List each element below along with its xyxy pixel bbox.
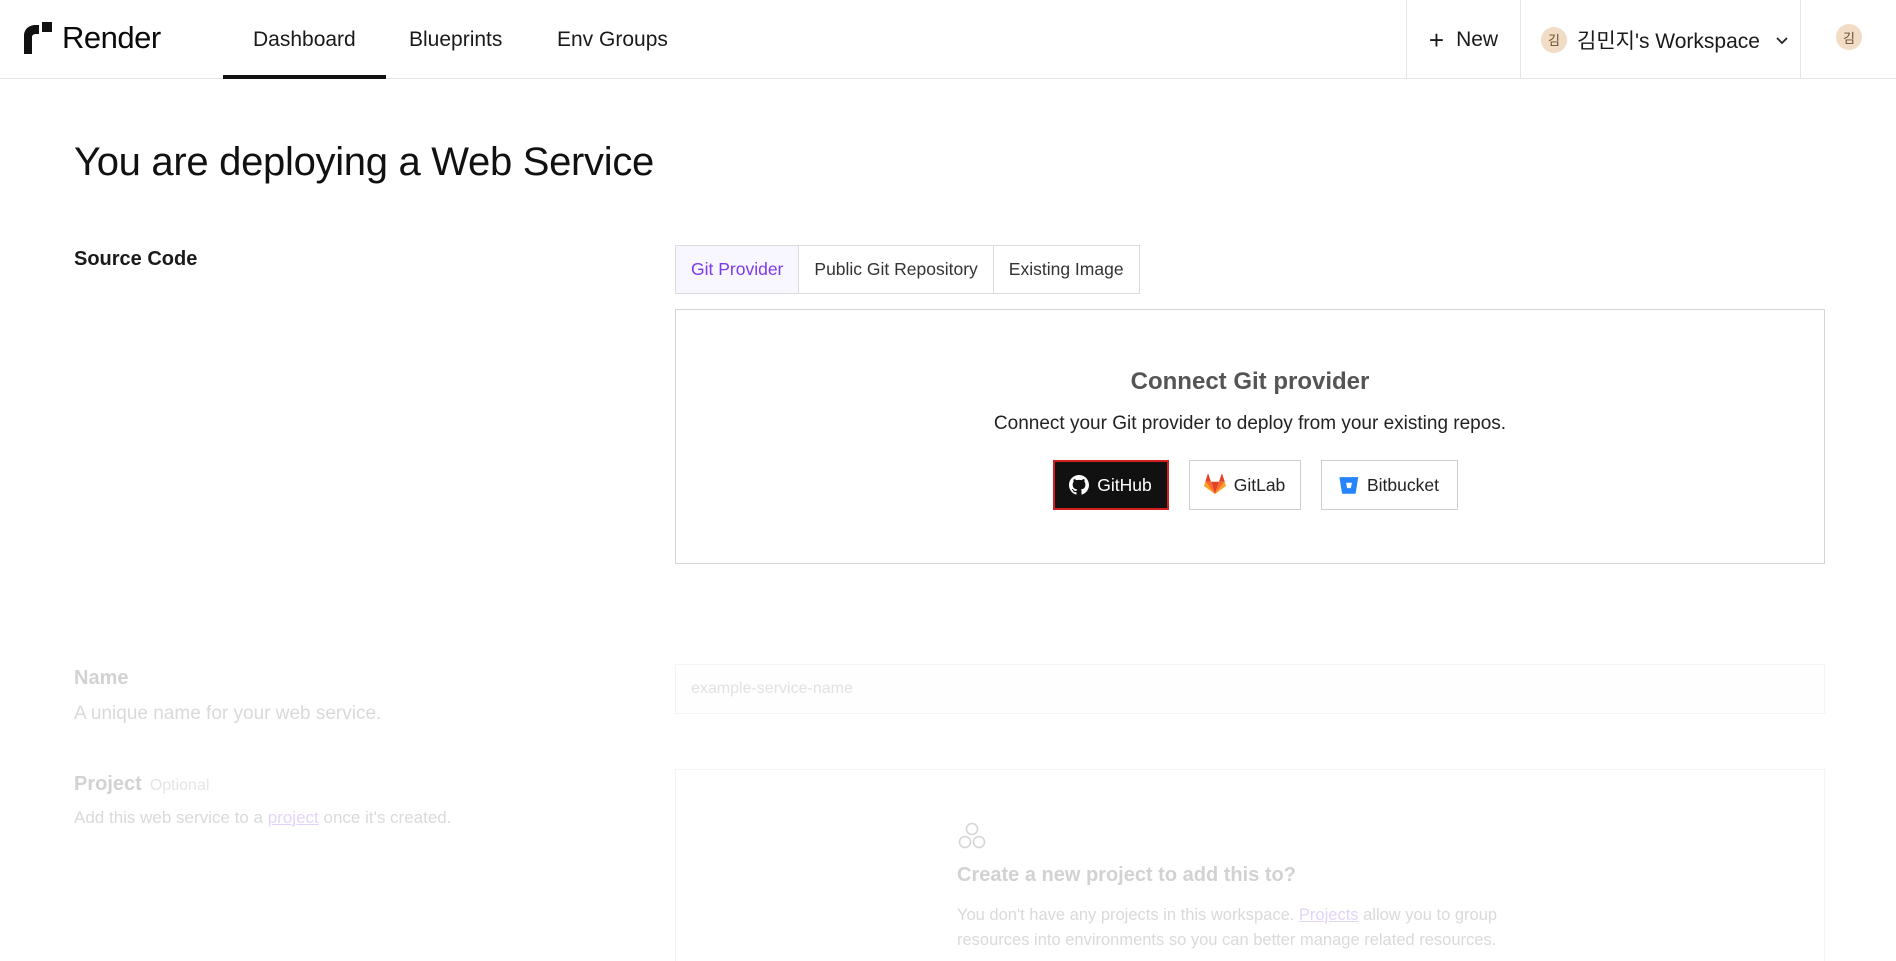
optional-tag: Optional	[149, 777, 210, 794]
service-name-input[interactable]	[675, 664, 1825, 714]
project-empty-body: You don't have any projects in this work…	[957, 903, 1537, 953]
project-empty-prefix: You don't have any projects in this work…	[957, 906, 1295, 924]
github-button[interactable]: GitHub	[1052, 460, 1169, 510]
nav-divider	[1800, 0, 1801, 79]
tab-public-git-repository[interactable]: Public Git Repository	[799, 246, 994, 293]
project-desc-prefix: Add this web service to a	[74, 808, 263, 827]
render-logo[interactable]: Render	[24, 20, 161, 56]
github-label: GitHub	[1097, 474, 1152, 495]
user-avatar[interactable]: 김	[1836, 24, 1862, 50]
top-navigation: Render Dashboard Blueprints Env Groups +…	[0, 0, 1896, 79]
render-logo-icon	[24, 22, 52, 54]
connect-git-provider-panel: Connect Git provider Connect your Git pr…	[675, 309, 1825, 564]
new-button-label: New	[1456, 27, 1499, 51]
name-description: A unique name for your web service.	[74, 703, 382, 724]
nav-tab-env-groups[interactable]: Env Groups	[527, 0, 698, 79]
plus-icon: +	[1428, 24, 1445, 55]
source-code-tabs: Git Provider Public Git Repository Exist…	[675, 245, 1140, 294]
project-label-text: Project	[74, 773, 142, 795]
bitbucket-icon	[1339, 477, 1359, 494]
hexagons-icon	[958, 822, 986, 849]
connect-subtitle: Connect your Git provider to deploy from…	[993, 413, 1507, 434]
project-description: Add this web service to a project once i…	[74, 808, 451, 828]
name-label: Name	[74, 667, 129, 689]
provider-buttons: GitHub GitLab Bitbucket	[676, 460, 1824, 510]
new-button[interactable]: + New	[1407, 0, 1520, 79]
workspace-avatar: 김	[1541, 26, 1567, 53]
gitlab-label: GitLab	[1233, 474, 1286, 495]
brand-name: Render	[62, 20, 161, 55]
bitbucket-label: Bitbucket	[1367, 474, 1439, 495]
chevron-down-icon	[1776, 36, 1788, 44]
tab-git-provider[interactable]: Git Provider	[676, 246, 800, 293]
source-code-label: Source Code	[74, 248, 198, 270]
project-link[interactable]: project	[268, 808, 319, 827]
workspace-switcher[interactable]: 김 김민지's Workspace	[1521, 0, 1800, 79]
tab-existing-image[interactable]: Existing Image	[993, 246, 1139, 293]
project-empty-title: Create a new project to add this to?	[957, 864, 1296, 886]
gitlab-button[interactable]: GitLab	[1188, 460, 1301, 510]
bitbucket-button[interactable]: Bitbucket	[1320, 460, 1458, 510]
projects-link[interactable]: Projects	[1299, 906, 1359, 924]
gitlab-icon	[1203, 474, 1226, 495]
github-icon	[1069, 475, 1090, 495]
nav-tab-dashboard[interactable]: Dashboard	[223, 0, 386, 79]
page-title: You are deploying a Web Service	[74, 140, 654, 184]
connect-title: Connect Git provider	[1130, 368, 1370, 395]
nav-tab-blueprints[interactable]: Blueprints	[379, 0, 532, 79]
workspace-name: 김민지's Workspace	[1577, 29, 1760, 53]
project-desc-suffix: once it's created.	[323, 808, 452, 827]
project-label: Project Optional	[74, 773, 209, 796]
